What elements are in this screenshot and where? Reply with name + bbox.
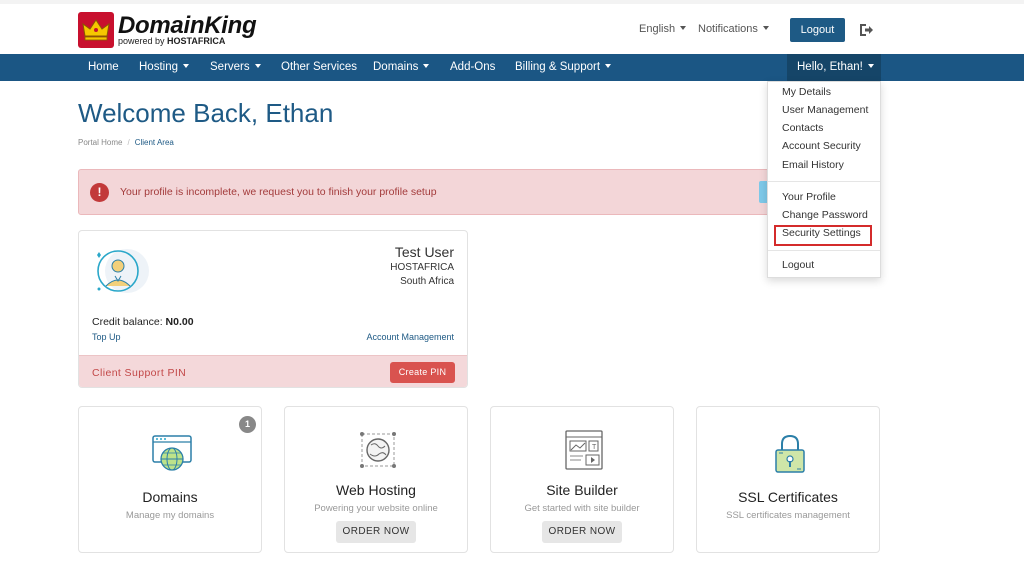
breadcrumb-client-area: Client Area	[134, 138, 174, 147]
domains-count-badge: 1	[239, 416, 256, 433]
service-description: Manage my domains	[125, 510, 215, 521]
chevron-down-icon	[605, 64, 612, 68]
profile-country: South Africa	[400, 276, 454, 287]
service-description: Get started with site builder	[524, 503, 640, 514]
service-title: Web Hosting	[336, 482, 416, 498]
breadcrumb-portal-home[interactable]: Portal Home	[78, 138, 122, 147]
profile-card: Test User HOSTAFRICA South Africa Credit…	[78, 230, 468, 388]
alert-text: Your profile is incomplete, we request y…	[120, 186, 437, 198]
service-description: SSL certificates management	[726, 510, 850, 521]
main-navbar: Home Hosting Servers Other Services Doma…	[0, 54, 1024, 81]
logout-button[interactable]: Logout	[790, 18, 845, 42]
chevron-down-icon	[183, 64, 189, 68]
top-up-link[interactable]: Top Up	[92, 332, 121, 342]
chevron-down-icon	[254, 64, 261, 68]
menu-logout[interactable]: Logout	[782, 259, 814, 271]
menu-my-details[interactable]: My Details	[782, 86, 831, 98]
user-avatar-icon	[91, 243, 151, 301]
breadcrumb: Portal Home / Client Area	[78, 138, 174, 147]
service-title: SSL Certificates	[738, 489, 838, 505]
profile-incomplete-alert: ! Your profile is incomplete, we request…	[78, 169, 779, 215]
nav-user-menu[interactable]: Hello, Ethan!	[787, 54, 881, 81]
notifications-dropdown[interactable]: Notifications	[698, 23, 769, 35]
order-now-button[interactable]: ORDER NOW	[336, 521, 416, 543]
site-builder-icon: T	[563, 429, 605, 471]
service-title: Domains	[142, 489, 198, 505]
chevron-down-icon	[867, 64, 874, 68]
create-pin-button[interactable]: Create PIN	[390, 362, 455, 383]
credit-balance-value: N0.00	[165, 316, 194, 328]
menu-account-security[interactable]: Account Security	[782, 140, 861, 152]
user-dropdown-menu: My Details User Management Contacts Acco…	[767, 81, 881, 278]
service-card-web-hosting: Web Hosting Powering your website online…	[284, 406, 468, 553]
nav-domains[interactable]: Domains	[373, 54, 430, 81]
profile-company: HOSTAFRICA	[390, 262, 454, 273]
sign-out-icon[interactable]	[858, 22, 874, 38]
brand-logo[interactable]: DomainKing powered by HOSTAFRICA	[78, 12, 257, 48]
service-description: Powering your website online	[314, 503, 438, 514]
ssl-lock-icon	[769, 433, 811, 475]
language-dropdown[interactable]: English	[639, 23, 687, 35]
support-pin-footer: Client Support PIN Create PIN	[79, 355, 467, 387]
chevron-down-icon	[762, 26, 769, 30]
service-card-domains[interactable]: 1 Domains Manage my domains	[78, 406, 262, 553]
profile-name: Test User	[394, 244, 454, 260]
nav-hosting[interactable]: Hosting	[139, 54, 189, 81]
nav-home[interactable]: Home	[88, 54, 119, 81]
nav-servers[interactable]: Servers	[210, 54, 261, 81]
exclamation-circle-icon: !	[90, 183, 109, 202]
order-now-button[interactable]: ORDER NOW	[542, 521, 622, 543]
credit-balance: Credit balance: N0.00	[92, 316, 194, 328]
service-card-ssl-certificates[interactable]: SSL Certificates SSL certificates manage…	[696, 406, 880, 553]
support-pin-label: Client Support PIN	[92, 367, 187, 379]
account-management-link[interactable]: Account Management	[366, 332, 454, 342]
page-title: Welcome Back, Ethan	[78, 98, 334, 128]
security-settings-highlight	[774, 225, 872, 246]
service-title: Site Builder	[546, 482, 618, 498]
top-border	[0, 0, 1024, 4]
nav-add-ons[interactable]: Add-Ons	[450, 54, 495, 81]
service-card-site-builder: T Site Builder Get started with site bui…	[490, 406, 674, 553]
nav-billing-support[interactable]: Billing & Support	[515, 54, 612, 81]
menu-user-management[interactable]: User Management	[782, 104, 868, 116]
globe-network-icon	[357, 429, 399, 471]
menu-contacts[interactable]: Contacts	[782, 122, 823, 134]
menu-change-password[interactable]: Change Password	[782, 209, 868, 221]
chevron-down-icon	[423, 64, 430, 68]
nav-other-services[interactable]: Other Services	[281, 54, 357, 81]
brand-name: DomainKing	[118, 12, 257, 39]
svg-text:T: T	[592, 444, 597, 451]
menu-divider	[768, 250, 880, 251]
chevron-down-icon	[680, 26, 687, 30]
menu-divider	[768, 181, 880, 182]
menu-email-history[interactable]: Email History	[782, 159, 844, 171]
domain-globe-icon	[151, 433, 193, 475]
crown-icon	[78, 12, 114, 48]
menu-your-profile[interactable]: Your Profile	[782, 191, 836, 203]
